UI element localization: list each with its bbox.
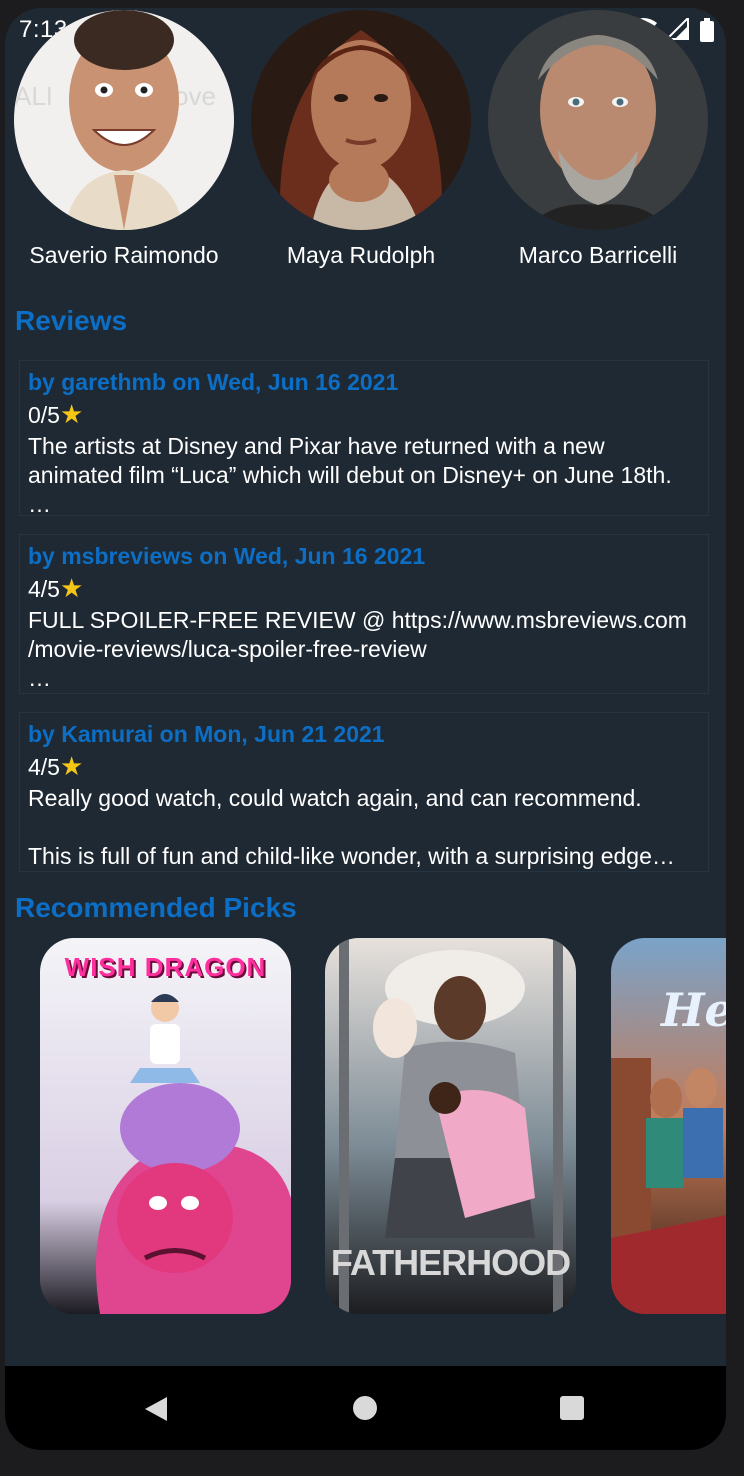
star-icon: ★ [59,399,84,429]
review-card[interactable]: by garethmb on Wed, Jun 16 2021 0/5★ The… [19,360,709,516]
cast-name: Marco Barricelli [518,242,678,268]
rating-value: 4/5 [28,754,60,780]
poster-title: WISH DRAGON [64,952,267,982]
poster-title: FATHERHOOD [330,1242,571,1283]
review-text: The artists at Disney and Pixar have ret… [28,433,672,516]
review-text: FULL SPOILER-FREE REVIEW @ https://www.m… [28,607,687,691]
star-icon: ★ [59,751,84,781]
review-rating: 4/5★ [28,749,700,784]
cast-photo [488,10,708,230]
recommended-poster[interactable]: He [611,938,726,1314]
review-rating: 4/5★ [28,571,700,606]
cast-photo [251,10,471,230]
recommended-poster[interactable]: FATHERHOOD [325,938,576,1314]
back-icon[interactable] [143,1396,169,1422]
review-text: Really good watch, could watch again, an… [28,785,675,869]
review-author[interactable]: by garethmb on Wed, Jun 16 2021 [28,367,700,397]
cast-photo: ALI ove [14,10,234,230]
review-author[interactable]: by Kamurai on Mon, Jun 21 2021 [28,719,700,749]
recommended-list: WISH DRAGON FATHERHOOD H [5,938,726,1314]
recommended-heading: Recommended Picks [15,892,297,923]
reviews-heading: Reviews [15,305,128,336]
cast-name: Maya Rudolph [286,242,436,268]
review-author[interactable]: by msbreviews on Wed, Jun 16 2021 [28,541,700,571]
review-card[interactable]: by msbreviews on Wed, Jun 16 2021 4/5★ F… [19,534,709,694]
rating-value: 4/5 [28,576,60,602]
battery-icon [700,18,714,42]
review-rating: 0/5★ [28,397,700,432]
system-nav-bar [5,1366,726,1450]
rating-value: 0/5 [28,402,60,428]
cast-list: ALI ove Saverio Raimondo Maya Rudolph Ma… [5,10,726,288]
cast-member[interactable]: Marco Barricelli [479,10,717,269]
recents-icon[interactable] [560,1396,584,1420]
home-icon[interactable] [353,1396,377,1420]
svg-text:ove: ove [174,81,216,111]
review-card[interactable]: by Kamurai on Mon, Jun 21 2021 4/5★ Real… [19,712,709,872]
poster-title: He [661,983,726,1037]
svg-text:ALI: ALI [14,81,53,111]
star-icon: ★ [59,573,84,603]
cast-member[interactable]: ALI ove Saverio Raimondo [5,10,243,269]
cast-name: Saverio Raimondo [29,242,219,268]
recommended-poster[interactable]: WISH DRAGON [40,938,291,1314]
app-screen: 7:13 ALI ove Saverio Raimondo Maya Rudol… [5,8,726,1450]
cast-member[interactable]: Maya Rudolph [242,10,480,269]
